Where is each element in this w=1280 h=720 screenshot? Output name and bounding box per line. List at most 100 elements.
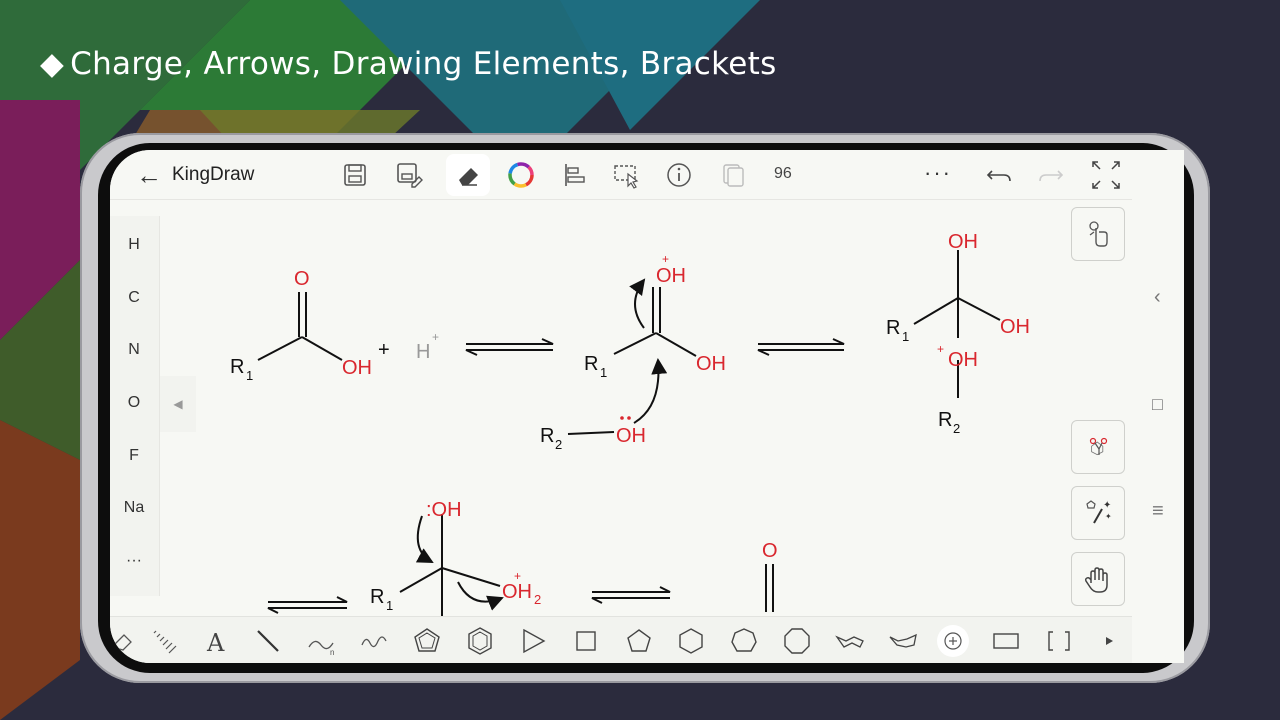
more-icon[interactable]: ··· xyxy=(924,160,952,186)
top-toolbar: ← KingDraw 96 ··· xyxy=(110,150,1132,200)
molecule-product[interactable]: O xyxy=(762,540,778,612)
molecule-tetrahedral-intermediate[interactable]: OH OH OH + R 1 R 2 xyxy=(886,231,1030,436)
atom-label: OH xyxy=(342,357,372,379)
subscript: 1 xyxy=(386,598,393,613)
molecule-carboxylic-acid[interactable]: O OH R 1 xyxy=(230,268,372,383)
bracket-icon[interactable] xyxy=(1041,623,1077,659)
svg-text:n: n xyxy=(330,648,334,657)
atom-label: OH xyxy=(948,231,978,253)
select-icon[interactable] xyxy=(610,158,644,192)
benzene-ring-icon[interactable] xyxy=(462,623,498,659)
atom-label: OH xyxy=(696,353,726,375)
charge-sign: + xyxy=(514,569,521,583)
charge-sign: + xyxy=(432,330,439,344)
equilibrium-arrow[interactable] xyxy=(465,338,554,356)
magic-wand-button[interactable]: ✦ ✦ xyxy=(1071,486,1125,540)
pentagon-icon[interactable] xyxy=(621,623,657,659)
subscript: 2 xyxy=(555,437,562,452)
color-wheel-icon[interactable] xyxy=(504,158,538,192)
charge-icon[interactable] xyxy=(935,623,971,659)
bottom-toolbar: A n xyxy=(110,616,1132,663)
back-arrow-icon[interactable]: ← xyxy=(136,160,162,191)
drawing-canvas[interactable]: O OH R 1 + H + OH + OH R 1 R 2 OH OH OH … xyxy=(196,210,1066,616)
subscript: 1 xyxy=(600,365,607,380)
atom-label: R xyxy=(584,353,598,375)
atom-f-button[interactable]: F xyxy=(110,447,158,465)
zoom-level[interactable]: 96 xyxy=(774,165,792,183)
atom-label: R xyxy=(370,586,384,608)
atom-label: OH xyxy=(656,265,686,287)
structure-template-button[interactable] xyxy=(1071,420,1125,474)
svg-text:✦: ✦ xyxy=(1105,512,1112,521)
more-atoms-button[interactable]: ··· xyxy=(110,552,158,570)
undo-icon[interactable] xyxy=(982,158,1016,192)
atom-na-button[interactable]: Na xyxy=(110,499,158,517)
app-title: KingDraw xyxy=(172,164,255,185)
touch-mode-button[interactable] xyxy=(1071,207,1125,261)
plus-sign: + xyxy=(378,339,390,361)
menu-icon[interactable]: ≡ xyxy=(1152,500,1164,523)
app-screen: ← KingDraw 96 ··· H C N O F Na ··· ◀ O O… xyxy=(110,150,1184,663)
curve-arrow-icon[interactable]: n xyxy=(303,623,339,659)
rectangle-icon[interactable] xyxy=(988,623,1024,659)
atom-label: R xyxy=(938,409,952,431)
octagon-icon[interactable] xyxy=(779,623,815,659)
system-nav-bar: ‹ □ ≡ xyxy=(1132,150,1184,663)
wavy-line-icon[interactable] xyxy=(356,623,392,659)
save-as-icon[interactable] xyxy=(392,158,426,192)
charge-sign: + xyxy=(937,342,944,356)
equilibrium-arrow[interactable] xyxy=(267,596,348,614)
atom-label: OH xyxy=(616,425,646,447)
atom-o-button[interactable]: O xyxy=(110,394,158,412)
svg-text:✦: ✦ xyxy=(1103,500,1111,511)
equilibrium-arrow[interactable] xyxy=(591,586,671,604)
atom-panel: H C N O F Na ··· xyxy=(110,216,160,596)
eraser-icon[interactable] xyxy=(451,158,485,192)
hand-pan-button[interactable] xyxy=(1071,552,1125,606)
atom-label: O xyxy=(294,268,310,290)
atom-c-button[interactable]: C xyxy=(110,289,158,307)
hexagon-icon[interactable] xyxy=(673,623,709,659)
chevron-left-icon[interactable]: ‹ xyxy=(1154,286,1161,309)
fullscreen-icon[interactable] xyxy=(1089,158,1123,192)
redo-icon[interactable] xyxy=(1034,158,1068,192)
text-icon[interactable]: A xyxy=(198,623,234,659)
subscript: 1 xyxy=(902,329,909,344)
subscript: 1 xyxy=(246,368,253,383)
equilibrium-arrow[interactable] xyxy=(757,338,845,356)
pentagon-ring-icon[interactable] xyxy=(409,623,445,659)
atom-label: O xyxy=(762,540,778,562)
charge-sign: + xyxy=(662,252,669,266)
atom-label: OH xyxy=(502,581,532,603)
home-square-icon[interactable]: □ xyxy=(1152,394,1163,415)
atom-label: R xyxy=(230,356,244,378)
align-icon[interactable] xyxy=(557,158,591,192)
slide-title-text: Charge, Arrows, Drawing Elements, Bracke… xyxy=(70,46,777,82)
subscript: 2 xyxy=(953,421,960,436)
atom-n-button[interactable]: N xyxy=(110,341,158,359)
line-icon[interactable] xyxy=(250,623,286,659)
triangle-icon[interactable] xyxy=(515,623,551,659)
molecule-water-leaving[interactable]: :OH OH 2 + R 1 xyxy=(370,499,541,616)
atom-label: R xyxy=(540,425,554,447)
square-icon[interactable] xyxy=(568,623,604,659)
boat-icon[interactable] xyxy=(885,623,921,659)
atom-label: OH xyxy=(1000,316,1030,338)
atom-label: OH xyxy=(948,349,978,371)
heptagon-icon[interactable] xyxy=(726,623,762,659)
atom-label: :OH xyxy=(426,499,462,521)
info-icon[interactable] xyxy=(662,158,696,192)
hash-bond-icon[interactable] xyxy=(146,623,182,659)
atom-h-button[interactable]: H xyxy=(110,236,158,254)
atom-label: R xyxy=(886,317,900,339)
save-icon[interactable] xyxy=(338,158,372,192)
next-icon[interactable] xyxy=(1092,623,1128,659)
slide-title: ◆ Charge, Arrows, Drawing Elements, Brack… xyxy=(40,46,777,82)
eraser-icon[interactable] xyxy=(110,623,140,659)
molecule-alcohol[interactable]: R 2 OH xyxy=(540,416,646,452)
collapse-panel-icon[interactable]: ◀ xyxy=(160,376,196,432)
molecule-protonated-acid[interactable]: OH + OH R 1 xyxy=(584,252,726,424)
chair-icon[interactable] xyxy=(832,623,868,659)
subscript: 2 xyxy=(534,592,541,607)
copy-icon[interactable] xyxy=(716,158,750,192)
